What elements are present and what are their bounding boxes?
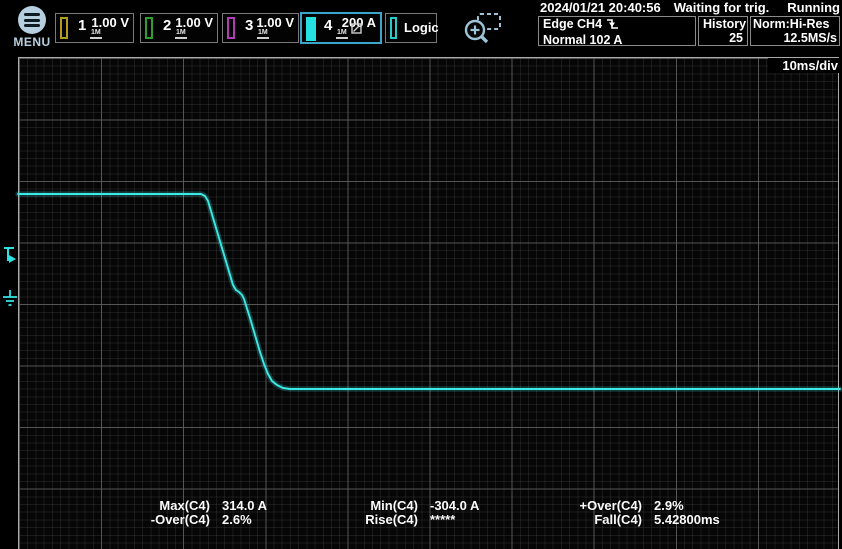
measurement-value: 2.6% xyxy=(222,513,252,527)
acquisition-box[interactable]: Norm:Hi-Res 12.5MS/s xyxy=(750,16,840,46)
channel-3-number: 3 xyxy=(245,18,253,33)
measurement-row: Rise(C4) ***** xyxy=(300,513,479,527)
history-label: History xyxy=(699,17,747,31)
graticule xyxy=(18,57,839,549)
measurement-row: Min(C4) -304.0 A xyxy=(300,499,479,513)
measurement-value: 2.9% xyxy=(654,499,684,513)
measurement-value: 5.42800ms xyxy=(654,513,720,527)
measurement-column-3: +Over(C4) 2.9% Fall(C4) 5.42800ms xyxy=(524,499,720,527)
measurement-row: +Over(C4) 2.9% xyxy=(524,499,720,513)
measurement-value: ***** xyxy=(430,513,455,527)
channel-3-color-bar xyxy=(227,17,235,39)
measurement-column-1: Max(C4) 314.0 A -Over(C4) 2.6% xyxy=(92,499,267,527)
sample-rate-label: 12.5MS/s xyxy=(751,31,839,45)
acquisition-mode-label: Norm:Hi-Res xyxy=(751,17,839,31)
current-probe-icon xyxy=(351,21,362,39)
measurement-value: -304.0 A xyxy=(430,499,479,513)
channel-1-coupling-icon: 1M xyxy=(90,29,102,39)
channel-2-button[interactable]: 2 1.00 V 1M xyxy=(140,13,218,43)
logic-color-bar xyxy=(390,17,397,39)
channel-4-color-bar xyxy=(306,17,316,41)
channel-3-coupling-icon: 1M xyxy=(257,29,269,39)
menu-button-label: MENU xyxy=(8,35,56,49)
logic-button[interactable]: Logic xyxy=(385,13,437,43)
measurement-label: Rise(C4) xyxy=(300,513,418,527)
channel-1-number: 1 xyxy=(78,18,86,33)
trigger-settings-box[interactable]: Edge CH4 Normal 102 A xyxy=(538,16,696,46)
channel-1-scale: 1.00 V xyxy=(91,16,129,29)
channel-1-button[interactable]: 1 1.00 V 1M xyxy=(55,13,134,43)
oscilloscope-screen: MENU 1 1.00 V 1M 2 1.00 V 1M 3 1.00 V xyxy=(0,0,842,549)
measurement-value: 314.0 A xyxy=(222,499,267,513)
top-toolbar: MENU 1 1.00 V 1M 2 1.00 V 1M 3 1.00 V xyxy=(0,0,842,57)
zoom-search-icon xyxy=(462,10,504,48)
measurement-row: Max(C4) 314.0 A xyxy=(92,499,267,513)
channel-3-button[interactable]: 3 1.00 V 1M xyxy=(222,13,299,43)
channel-4-button[interactable]: 4 200 A 1M xyxy=(300,12,382,44)
history-box[interactable]: History 25 xyxy=(698,16,748,46)
ground-level-marker[interactable] xyxy=(2,289,18,308)
status-bar: 2024/01/21 20:40:56 Waiting for trig. Ru… xyxy=(540,1,840,15)
timebase-label: 10ms/div xyxy=(768,58,840,73)
hamburger-icon xyxy=(18,6,46,34)
run-state-label: Running xyxy=(787,1,840,15)
trigger-level-marker[interactable] xyxy=(3,246,18,265)
menu-button[interactable]: MENU xyxy=(8,2,56,52)
channel-2-number: 2 xyxy=(163,18,171,33)
measurement-column-2: Min(C4) -304.0 A Rise(C4) ***** xyxy=(300,499,479,527)
channel-2-color-bar xyxy=(145,17,153,39)
trigger-source-label: Edge CH4 xyxy=(543,17,602,31)
datetime-label: 2024/01/21 20:40:56 xyxy=(540,1,661,15)
measurement-row: Fall(C4) 5.42800ms xyxy=(524,513,720,527)
history-count: 25 xyxy=(699,31,747,45)
measurement-label: +Over(C4) xyxy=(524,499,642,513)
channel-2-scale: 1.00 V xyxy=(175,16,213,29)
channel-4-coupling-icon: 1M xyxy=(336,29,348,39)
measurement-label: Max(C4) xyxy=(92,499,210,513)
measurement-row: -Over(C4) 2.6% xyxy=(92,513,267,527)
trigger-mode-label: Normal 102 A xyxy=(543,33,695,47)
measurement-label: Min(C4) xyxy=(300,499,418,513)
zoom-search-button[interactable] xyxy=(462,10,504,48)
measurement-label: -Over(C4) xyxy=(92,513,210,527)
falling-edge-icon xyxy=(606,17,619,33)
trigger-status-label: Waiting for trig. xyxy=(674,1,770,15)
channel-1-color-bar xyxy=(60,17,68,39)
logic-label: Logic xyxy=(404,20,439,35)
measurement-label: Fall(C4) xyxy=(524,513,642,527)
channel-3-scale: 1.00 V xyxy=(256,16,294,29)
channel-2-coupling-icon: 1M xyxy=(175,29,187,39)
channel-4-number: 4 xyxy=(324,18,332,33)
